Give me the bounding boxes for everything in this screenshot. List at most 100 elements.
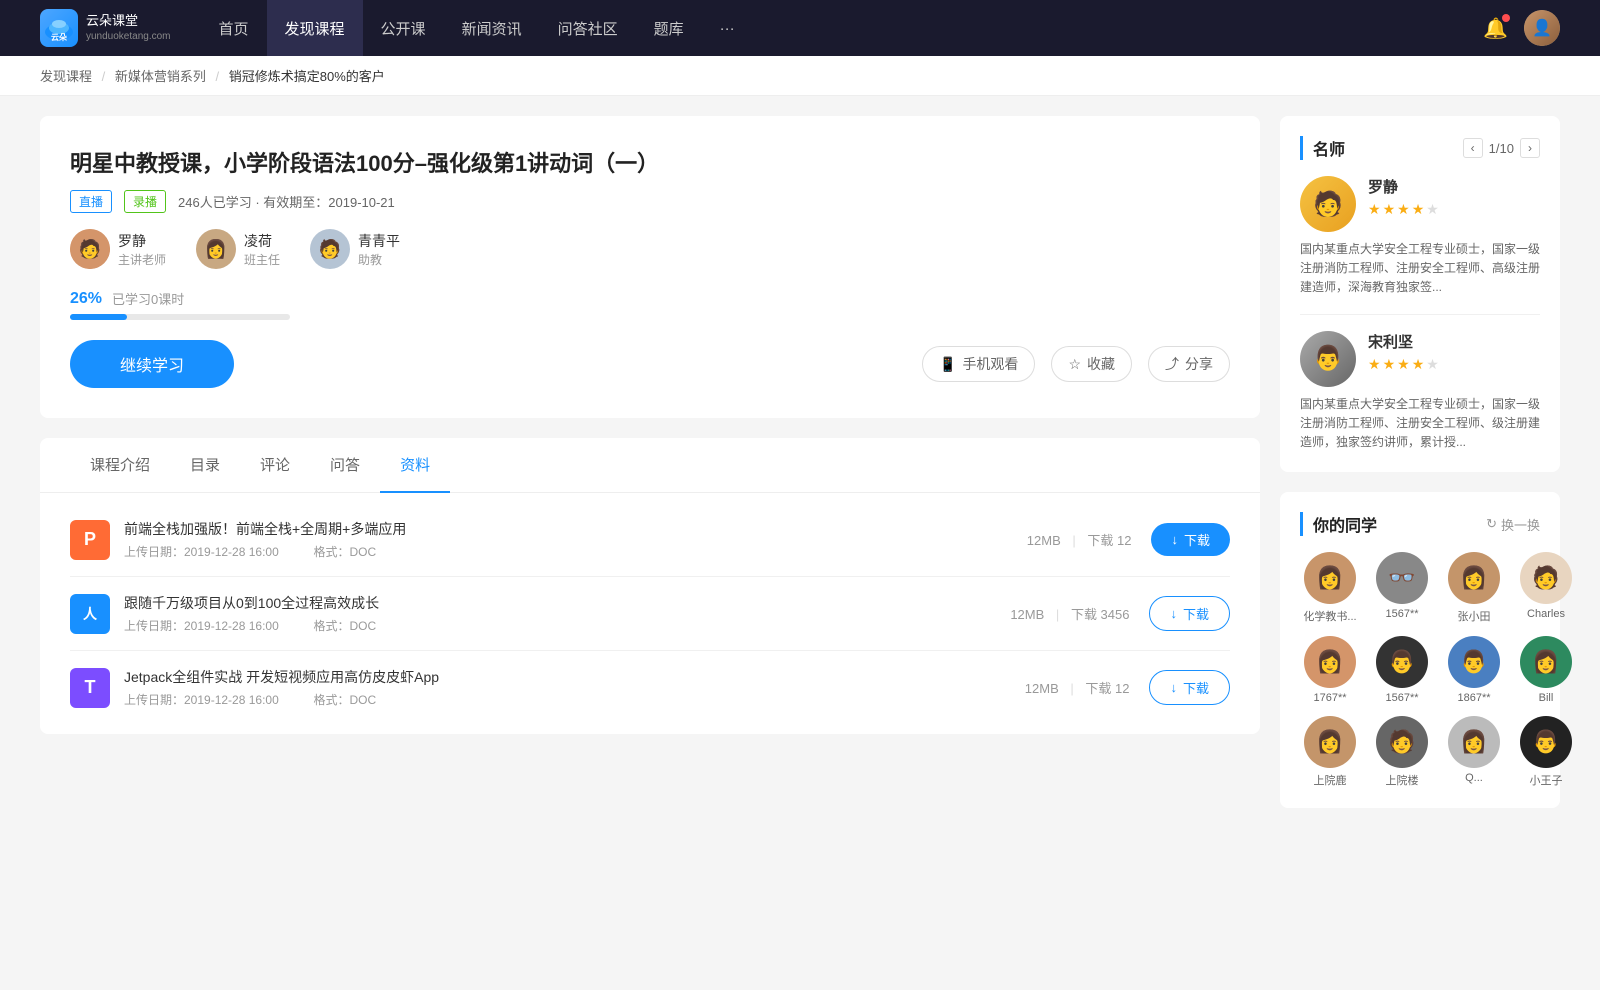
progress-section: 26% 已学习0课时: [70, 289, 1230, 320]
tab-qa[interactable]: 问答: [310, 438, 380, 493]
sidebar-teacher-2-avatar: 👨: [1300, 331, 1356, 387]
teachers-card-title: 名师: [1300, 136, 1345, 160]
nav-item-quiz[interactable]: 题库: [636, 0, 702, 56]
star-icon: ☆: [1068, 356, 1081, 373]
classmate-6-name: 1567**: [1372, 692, 1432, 704]
breadcrumb-sep-1: /: [102, 69, 106, 84]
classmate-12[interactable]: 👨 小王子: [1516, 716, 1576, 788]
progress-bar-fill: [70, 314, 127, 320]
nav-item-home[interactable]: 首页: [201, 0, 267, 56]
classmate-11[interactable]: 👩 Q...: [1444, 716, 1504, 788]
sidebar-teacher-1: 🧑 罗静 ★ ★ ★ ★ ★ 国内某重点大学安全工程专业硕士，国家一级注册消防工…: [1300, 176, 1540, 298]
download-button-3[interactable]: ↓ 下载: [1149, 670, 1230, 705]
refresh-icon: ↻: [1486, 516, 1497, 532]
course-meta-text: 246人已学习 · 有效期至：2019-10-21: [178, 192, 395, 211]
file-2-stats: 12MB | 下载 3456: [1010, 604, 1129, 623]
sidebar-teacher-2-info: 宋利坚 ★ ★ ★ ★ ★: [1368, 331, 1439, 373]
classmates-grid: 👩 化学教书... 👓 1567** 👩 张小田 🧑 Charles 👩: [1300, 552, 1540, 788]
classmate-9-avatar: 👩: [1304, 716, 1356, 768]
tab-materials[interactable]: 资料: [380, 438, 450, 493]
nav-item-news[interactable]: 新闻资讯: [444, 0, 540, 56]
tag-live: 直播: [70, 190, 112, 213]
tab-intro[interactable]: 课程介绍: [70, 438, 170, 493]
notification-bell[interactable]: 🔔: [1483, 16, 1508, 41]
breadcrumb-discover[interactable]: 发现课程: [40, 69, 92, 84]
next-page-button[interactable]: ›: [1520, 138, 1540, 158]
file-2-info: 跟随千万级项目从0到100全过程高效成长 上传日期：2019-12-28 16:…: [124, 593, 1010, 634]
nav-item-more[interactable]: ···: [702, 0, 753, 56]
file-item-2: 人 跟随千万级项目从0到100全过程高效成长 上传日期：2019-12-28 1…: [70, 577, 1230, 651]
sidebar-teacher-1-stars: ★ ★ ★ ★ ★: [1368, 201, 1439, 218]
logo-text: 云朵课堂 yunduoketang.com: [86, 13, 171, 43]
teacher-2-role: 班主任: [244, 251, 280, 268]
sidebar-teacher-2-stars: ★ ★ ★ ★ ★: [1368, 356, 1439, 373]
teacher-1-avatar: 🧑: [70, 229, 110, 269]
file-2-icon: 人: [70, 594, 110, 634]
progress-percent: 26%: [70, 290, 102, 308]
sidebar-teacher-2-profile: 👨 宋利坚 ★ ★ ★ ★ ★: [1300, 331, 1540, 387]
classmate-5-name: 1767**: [1300, 692, 1360, 704]
classmate-8-name: Bill: [1516, 692, 1576, 704]
nav-item-open[interactable]: 公开课: [363, 0, 444, 56]
classmate-1-name: 化学教书...: [1300, 608, 1360, 624]
classmate-10[interactable]: 🧑 上院楼: [1372, 716, 1432, 788]
classmate-10-avatar: 🧑: [1376, 716, 1428, 768]
sidebar-teacher-1-name: 罗静: [1368, 176, 1439, 197]
classmate-3-name: 张小田: [1444, 608, 1504, 624]
classmate-8-avatar: 👩: [1520, 636, 1572, 688]
classmate-7[interactable]: 👨 1867**: [1444, 636, 1504, 704]
tabs-content: P 前端全栈加强版！前端全栈+全周期+多端应用 上传日期：2019-12-28 …: [40, 493, 1260, 734]
svg-text:云朵: 云朵: [51, 32, 67, 42]
nav-item-discover[interactable]: 发现课程: [267, 0, 363, 56]
breadcrumb-sep-2: /: [216, 69, 220, 84]
teachers-sidebar-card: 名师 ‹ 1/10 › 🧑 罗静 ★ ★: [1280, 116, 1560, 472]
tag-record: 录播: [124, 190, 166, 213]
course-actions-row: 继续学习 📱 手机观看 ☆ 收藏 ⤴ 分享: [70, 340, 1230, 388]
logo[interactable]: 云朵 云朵课堂 yunduoketang.com: [40, 9, 171, 47]
file-3-meta: 上传日期：2019-12-28 16:00 格式：DOC: [124, 691, 1025, 708]
teacher-3-info: 青青平 助教: [358, 231, 400, 268]
classmate-8[interactable]: 👩 Bill: [1516, 636, 1576, 704]
classmate-4-avatar: 🧑: [1520, 552, 1572, 604]
classmate-1[interactable]: 👩 化学教书...: [1300, 552, 1360, 624]
teacher-2-avatar: 👩: [196, 229, 236, 269]
download-button-2[interactable]: ↓ 下载: [1149, 596, 1230, 631]
nav-item-qa[interactable]: 问答社区: [540, 0, 636, 56]
classmate-3-avatar: 👩: [1448, 552, 1500, 604]
progress-sub: 已学习0课时: [112, 289, 184, 308]
sidebar-teacher-2-name: 宋利坚: [1368, 331, 1439, 352]
classmate-4[interactable]: 🧑 Charles: [1516, 552, 1576, 624]
download-button-1[interactable]: ↓ 下载: [1151, 523, 1230, 556]
main-nav: 云朵 云朵课堂 yunduoketang.com 首页 发现课程 公开课 新闻资…: [0, 0, 1600, 56]
notification-dot: [1502, 14, 1510, 22]
teacher-1-name: 罗静: [118, 231, 166, 251]
logo-icon: 云朵: [40, 9, 78, 47]
file-1-icon: P: [70, 520, 110, 560]
course-card: 明星中教授课，小学阶段语法100分–强化级第1讲动词（一） 直播 录播 246人…: [40, 116, 1260, 418]
collect-button[interactable]: ☆ 收藏: [1051, 346, 1132, 382]
classmate-3[interactable]: 👩 张小田: [1444, 552, 1504, 624]
teacher-2: 👩 凌荷 班主任: [196, 229, 280, 269]
continue-learning-button[interactable]: 继续学习: [70, 340, 234, 388]
classmate-6[interactable]: 👨 1567**: [1372, 636, 1432, 704]
share-button[interactable]: ⤴ 分享: [1148, 346, 1230, 382]
course-title: 明星中教授课，小学阶段语法100分–强化级第1讲动词（一）: [70, 146, 1230, 178]
tabs-header: 课程介绍 目录 评论 问答 资料: [40, 438, 1260, 493]
classmate-9[interactable]: 👩 上院鹿: [1300, 716, 1360, 788]
file-3-info: Jetpack全组件实战 开发短视频应用高仿皮皮虾App 上传日期：2019-1…: [124, 667, 1025, 708]
refresh-button[interactable]: ↻ 换一换: [1486, 515, 1540, 534]
classmate-2[interactable]: 👓 1567**: [1372, 552, 1432, 624]
course-meta-row: 直播 录播 246人已学习 · 有效期至：2019-10-21: [70, 190, 1230, 213]
mobile-watch-button[interactable]: 📱 手机观看: [922, 346, 1035, 382]
tab-review[interactable]: 评论: [240, 438, 310, 493]
classmate-5[interactable]: 👩 1767**: [1300, 636, 1360, 704]
breadcrumb-series[interactable]: 新媒体营销系列: [115, 69, 206, 84]
nav-items: 首页 发现课程 公开课 新闻资讯 问答社区 题库 ···: [201, 0, 1484, 56]
file-1-meta: 上传日期：2019-12-28 16:00 格式：DOC: [124, 543, 1027, 560]
sidebar-teacher-1-desc: 国内某重点大学安全工程专业硕士，国家一级注册消防工程师、注册安全工程师、高级注册…: [1300, 240, 1540, 298]
classmate-7-avatar: 👨: [1448, 636, 1500, 688]
file-1-name: 前端全栈加强版！前端全栈+全周期+多端应用: [124, 519, 1027, 539]
prev-page-button[interactable]: ‹: [1463, 138, 1483, 158]
user-avatar[interactable]: 👤: [1524, 10, 1560, 46]
tab-catalog[interactable]: 目录: [170, 438, 240, 493]
